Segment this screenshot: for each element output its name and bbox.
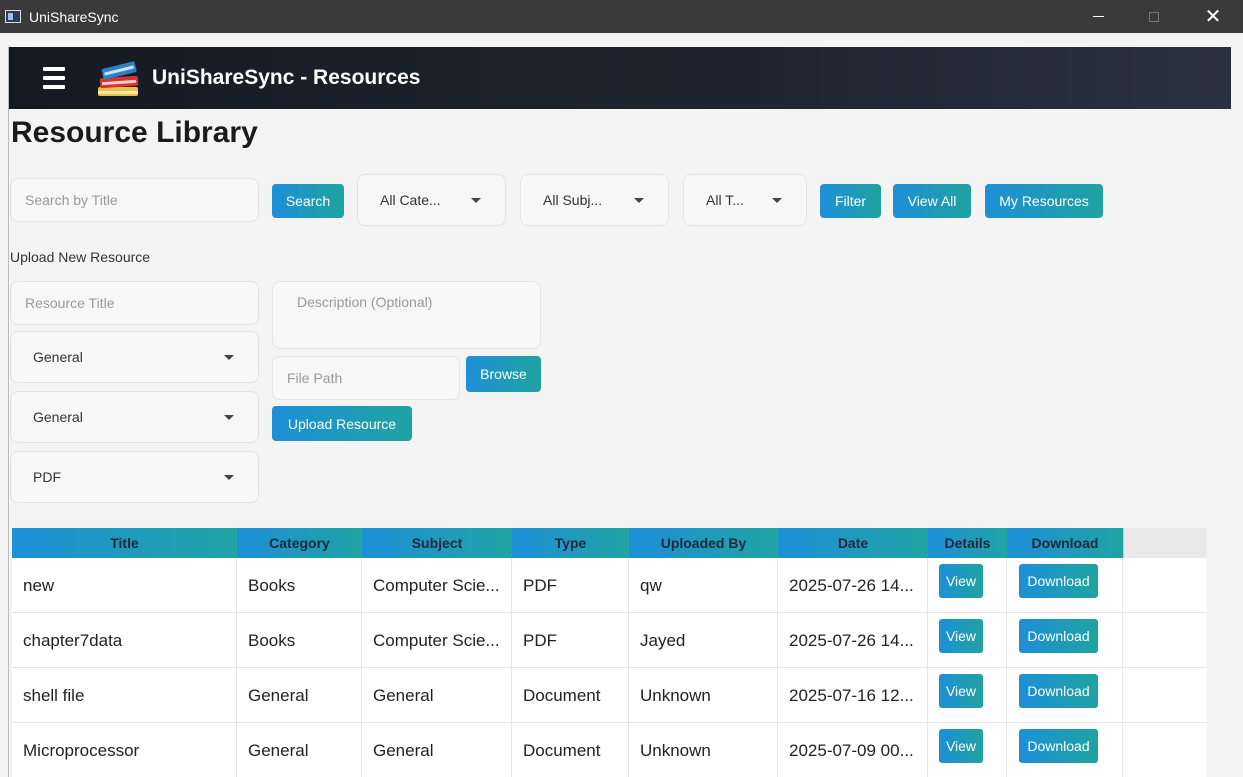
chevron-down-icon bbox=[224, 475, 234, 480]
chevron-down-icon bbox=[772, 198, 782, 203]
type-filter-value: All T... bbox=[706, 192, 744, 208]
cell-title: new bbox=[12, 558, 237, 613]
cell-uploaded-by: Jayed bbox=[629, 613, 778, 668]
upload-subject-select[interactable]: General bbox=[10, 391, 259, 443]
minimize-button[interactable] bbox=[1075, 0, 1121, 33]
cell-date: 2025-07-26 14... bbox=[778, 613, 928, 668]
column-header-category[interactable]: Category bbox=[237, 528, 362, 558]
upload-subject-value: General bbox=[33, 409, 83, 425]
upload-type-select[interactable]: PDF bbox=[10, 451, 259, 503]
view-button[interactable]: View bbox=[939, 564, 983, 598]
column-header-uploaded-by[interactable]: Uploaded By bbox=[629, 528, 778, 558]
chevron-down-icon bbox=[634, 198, 644, 203]
cell-category: General bbox=[237, 668, 362, 723]
cell-type: Document bbox=[512, 723, 629, 777]
cell-title: shell file bbox=[12, 668, 237, 723]
cell-title: chapter7data bbox=[12, 613, 237, 668]
cell-subject: General bbox=[362, 723, 512, 777]
menu-icon[interactable] bbox=[43, 67, 65, 89]
cell-uploaded-by: qw bbox=[629, 558, 778, 613]
maximize-icon bbox=[1149, 11, 1159, 22]
view-button[interactable]: View bbox=[939, 729, 983, 763]
upload-category-select[interactable]: General bbox=[10, 331, 259, 383]
header-title: UniShareSync - Resources bbox=[152, 66, 421, 89]
type-filter-select[interactable]: All T... bbox=[683, 174, 807, 226]
cell-type: PDF bbox=[512, 558, 629, 613]
category-filter-value: All Cate... bbox=[380, 192, 441, 208]
cell-category: Books bbox=[237, 558, 362, 613]
column-header-details[interactable]: Details bbox=[928, 528, 1007, 558]
column-header-date[interactable]: Date bbox=[778, 528, 928, 558]
app-header: UniShareSync - Resources bbox=[9, 47, 1231, 109]
close-button[interactable]: ✕ bbox=[1190, 0, 1236, 33]
upload-section-label: Upload New Resource bbox=[10, 249, 151, 265]
file-path-input[interactable]: File Path bbox=[272, 356, 460, 400]
filter-button[interactable]: Filter bbox=[820, 184, 881, 218]
download-button[interactable]: Download bbox=[1019, 619, 1098, 653]
column-header-subject[interactable]: Subject bbox=[362, 528, 512, 558]
minimize-icon bbox=[1092, 16, 1104, 17]
view-button[interactable]: View bbox=[939, 674, 983, 708]
search-input[interactable]: Search by Title bbox=[10, 178, 259, 222]
cell-subject: General bbox=[362, 668, 512, 723]
window-titlebar: UniShareSync ✕ bbox=[0, 0, 1243, 33]
cell-type: PDF bbox=[512, 613, 629, 668]
table-row[interactable]: chapter7data Books Computer Scie... PDF … bbox=[12, 613, 1207, 668]
close-icon: ✕ bbox=[1204, 6, 1222, 28]
description-placeholder: Description (Optional) bbox=[297, 294, 433, 310]
download-button[interactable]: Download bbox=[1019, 564, 1098, 598]
column-header-filler bbox=[1123, 528, 1207, 558]
cell-title: Microprocessor bbox=[12, 723, 237, 777]
maximize-button[interactable] bbox=[1131, 0, 1177, 33]
app-window: UniShareSync - Resources Resource Librar… bbox=[8, 47, 1231, 777]
cell-type: Document bbox=[512, 668, 629, 723]
column-header-type[interactable]: Type bbox=[512, 528, 629, 558]
cell-uploaded-by: Unknown bbox=[629, 723, 778, 777]
cell-date: 2025-07-09 00... bbox=[778, 723, 928, 777]
resources-table: Title Category Subject Type Uploaded By … bbox=[12, 528, 1207, 777]
table-row[interactable]: new Books Computer Scie... PDF qw 2025-0… bbox=[12, 558, 1207, 613]
chevron-down-icon bbox=[471, 198, 481, 203]
chevron-down-icon bbox=[224, 415, 234, 420]
download-button[interactable]: Download bbox=[1019, 729, 1098, 763]
resource-title-input[interactable]: Resource Title bbox=[10, 281, 259, 325]
upload-resource-button[interactable]: Upload Resource bbox=[272, 406, 412, 441]
table-row[interactable]: Microprocessor General General Document … bbox=[12, 723, 1207, 777]
app-icon bbox=[5, 10, 21, 23]
download-button[interactable]: Download bbox=[1019, 674, 1098, 708]
cell-subject: Computer Scie... bbox=[362, 613, 512, 668]
cell-category: General bbox=[237, 723, 362, 777]
books-logo-icon bbox=[98, 61, 139, 96]
chevron-down-icon bbox=[224, 355, 234, 360]
description-textarea[interactable]: Description (Optional) bbox=[272, 281, 541, 349]
column-header-title[interactable]: Title bbox=[12, 528, 237, 558]
cell-date: 2025-07-26 14... bbox=[778, 558, 928, 613]
category-filter-select[interactable]: All Cate... bbox=[357, 174, 506, 226]
view-button[interactable]: View bbox=[939, 619, 983, 653]
search-button[interactable]: Search bbox=[272, 184, 344, 218]
subject-filter-value: All Subj... bbox=[543, 192, 603, 208]
subject-filter-select[interactable]: All Subj... bbox=[520, 174, 669, 226]
table-row[interactable]: shell file General General Document Unkn… bbox=[12, 668, 1207, 723]
view-all-button[interactable]: View All bbox=[893, 184, 971, 218]
cell-uploaded-by: Unknown bbox=[629, 668, 778, 723]
upload-category-value: General bbox=[33, 349, 83, 365]
browse-button[interactable]: Browse bbox=[466, 356, 541, 392]
column-header-download[interactable]: Download bbox=[1007, 528, 1123, 558]
cell-category: Books bbox=[237, 613, 362, 668]
my-resources-button[interactable]: My Resources bbox=[985, 184, 1103, 218]
cell-subject: Computer Scie... bbox=[362, 558, 512, 613]
upload-type-value: PDF bbox=[33, 469, 61, 485]
page-title: Resource Library bbox=[11, 116, 258, 149]
table-header: Title Category Subject Type Uploaded By … bbox=[12, 528, 1207, 558]
window-title: UniShareSync bbox=[29, 8, 119, 25]
cell-date: 2025-07-16 12... bbox=[778, 668, 928, 723]
